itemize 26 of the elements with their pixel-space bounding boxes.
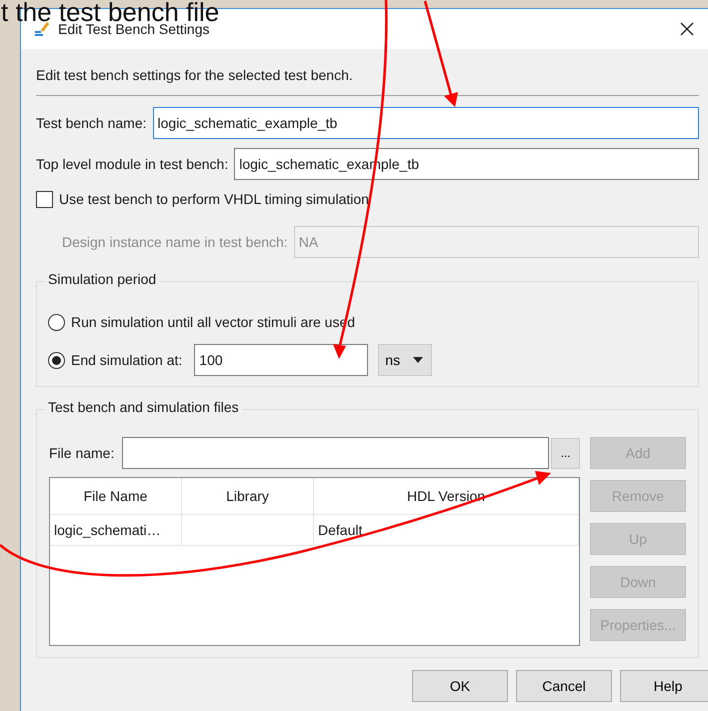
test-bench-name-field[interactable]: logic_schematic_example_tb bbox=[152, 107, 699, 139]
field-label: Top level module in test bench: bbox=[36, 156, 228, 172]
checkbox-label: Use test bench to perform VHDL timing simulation bbox=[59, 191, 369, 207]
radio-button[interactable] bbox=[48, 314, 65, 330]
unit-dropdown[interactable]: ns bbox=[378, 344, 432, 376]
table-cell: logic_schemati… bbox=[50, 515, 182, 545]
end-time-field[interactable]: 100 bbox=[194, 344, 368, 376]
group-title: Simulation period bbox=[45, 271, 160, 287]
close-icon bbox=[680, 22, 694, 36]
description-text: Edit test bench settings for the selected test bench. bbox=[36, 67, 354, 85]
field-label: File name: bbox=[49, 445, 114, 461]
radio-button[interactable] bbox=[48, 352, 65, 368]
browse-button[interactable]: ... bbox=[551, 438, 580, 468]
checkbox[interactable] bbox=[36, 190, 53, 208]
column-header[interactable]: Library bbox=[182, 478, 314, 514]
dialog-button[interactable]: Cancel bbox=[516, 670, 612, 702]
field-label: Design instance name in test bench: bbox=[62, 234, 288, 250]
field-label: Test bench name: bbox=[36, 115, 147, 131]
column-header[interactable]: File Name bbox=[50, 478, 182, 514]
file-name-field[interactable] bbox=[122, 437, 549, 469]
table-cell: Default bbox=[314, 515, 579, 545]
group-title: Test bench and simulation files bbox=[45, 399, 242, 415]
dialog-button[interactable]: Help bbox=[620, 670, 708, 702]
dialog-button[interactable]: OK bbox=[412, 670, 508, 702]
radio-label: End simulation at: bbox=[71, 352, 182, 368]
caret-icon bbox=[413, 357, 424, 363]
